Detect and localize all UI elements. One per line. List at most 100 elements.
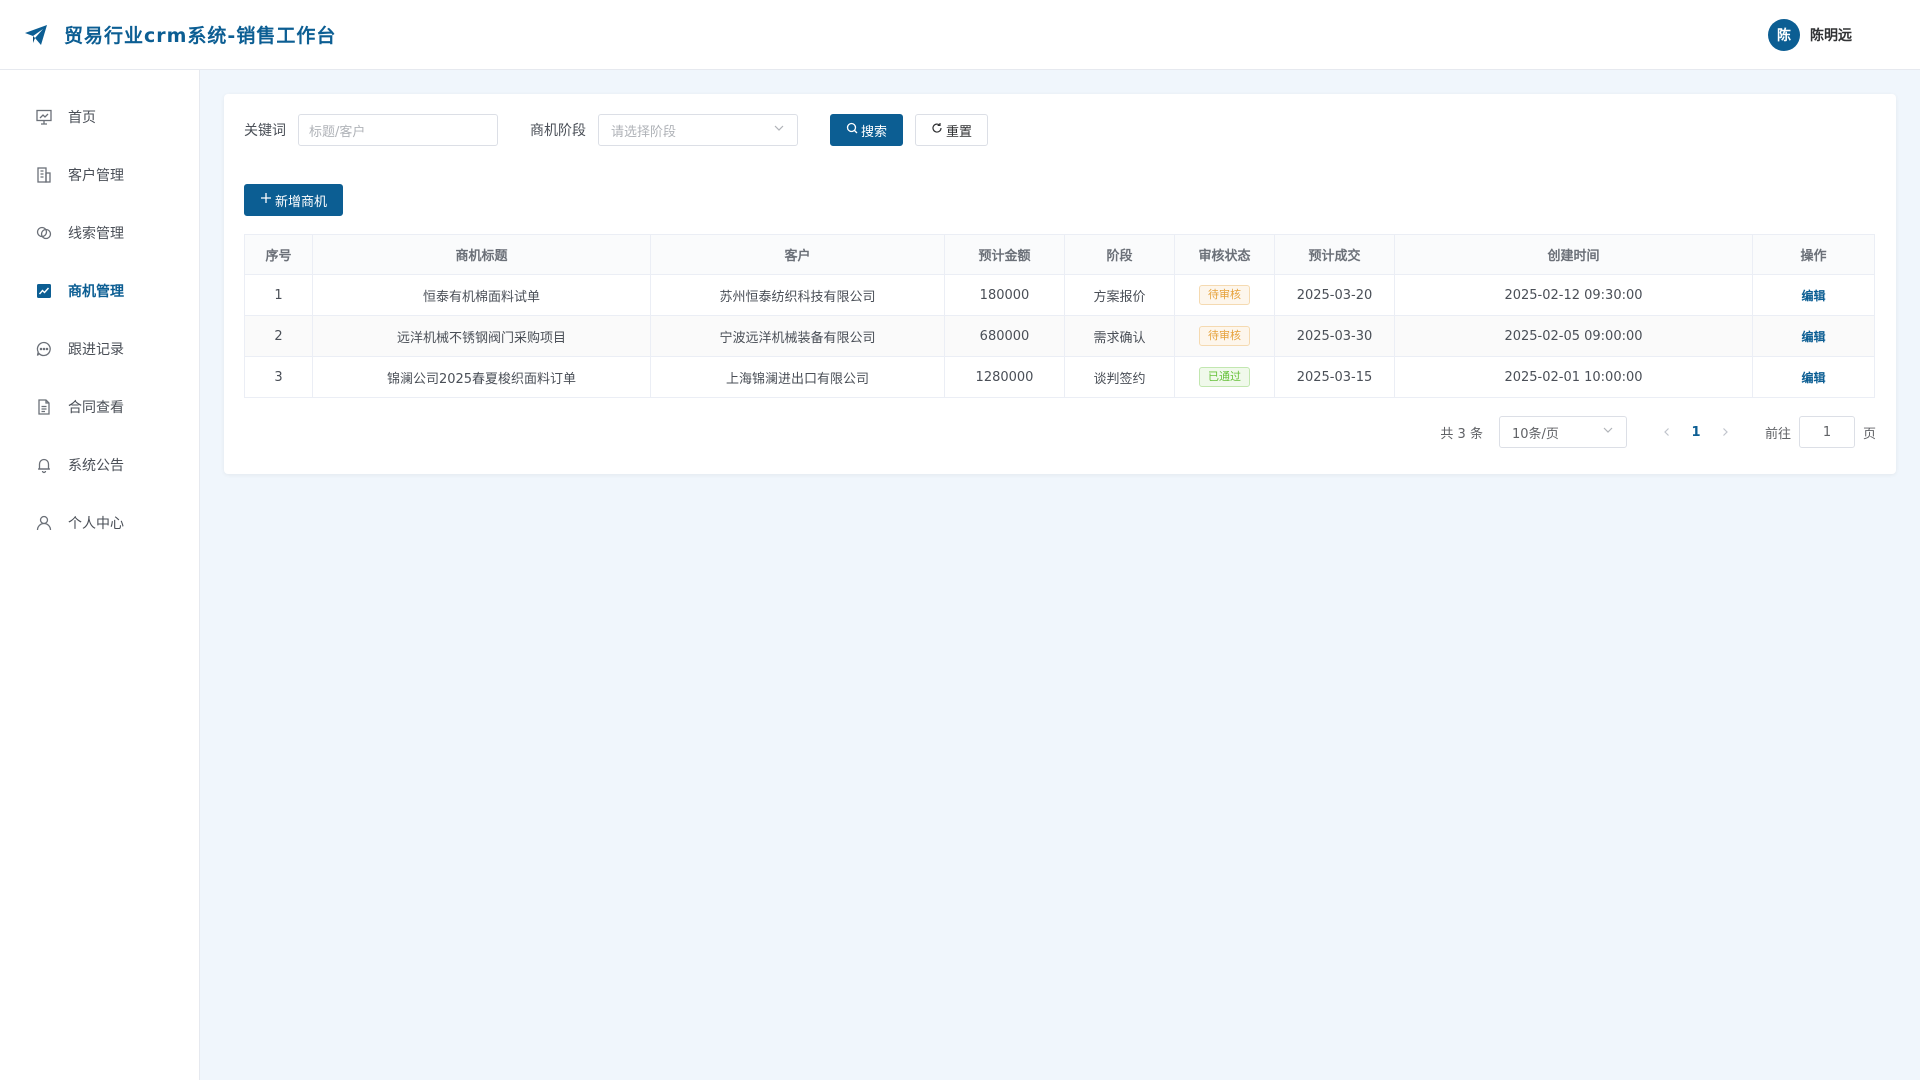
cell-stage: 需求确认 [1064, 315, 1175, 357]
cell-close-date: 2025-03-30 [1274, 315, 1395, 357]
cell-index: 2 [244, 315, 313, 357]
cell-amount: 680000 [944, 315, 1065, 357]
table-row: 1 恒泰有机棉面料试单 苏州恒泰纺织科技有限公司 180000 方案报价 待审核… [244, 274, 1875, 316]
status-badge: 待审核 [1199, 326, 1250, 346]
status-badge: 已通过 [1199, 367, 1250, 387]
sidebar-item-profile[interactable]: 个人中心 [0, 494, 199, 552]
sidebar-item-contracts[interactable]: 合同查看 [0, 378, 199, 436]
keyword-label: 关键词 [244, 123, 286, 139]
page-size-select[interactable]: 10条/页 [1498, 416, 1627, 448]
document-icon [34, 397, 54, 417]
column-header: 预计成交 [1274, 234, 1395, 275]
cell-status: 待审核 [1174, 315, 1275, 357]
stage-label: 商机阶段 [530, 123, 586, 139]
column-header: 商机标题 [312, 234, 651, 275]
column-header: 审核状态 [1174, 234, 1275, 275]
sidebar-item-followups[interactable]: 跟进记录 [0, 320, 199, 378]
sidebar-item-label: 个人中心 [68, 516, 124, 532]
filter-bar: 关键词 标题/客户 商机阶段 请选择阶段 搜索 重置 [244, 114, 1876, 146]
add-opportunity-label: 新增商机 [275, 194, 328, 210]
keyword-placeholder: 标题/客户 [309, 124, 366, 140]
chevron-down-icon [773, 122, 785, 138]
sidebar-item-announcements[interactable]: 系统公告 [0, 436, 199, 494]
search-icon [846, 122, 861, 138]
refresh-icon [931, 122, 946, 138]
column-header: 创建时间 [1394, 234, 1753, 275]
user-icon [34, 513, 54, 533]
cell-created: 2025-02-12 09:30:00 [1394, 274, 1753, 316]
cell-action: 编辑 [1752, 274, 1875, 316]
chevron-down-icon [1602, 424, 1614, 440]
chat-icon [34, 339, 54, 359]
cell-action: 编辑 [1752, 315, 1875, 357]
cell-close-date: 2025-03-15 [1274, 356, 1395, 398]
prev-page-button[interactable] [1653, 418, 1681, 446]
sidebar-item-label: 线索管理 [68, 226, 124, 242]
paper-plane-icon [24, 22, 50, 48]
sidebar-item-leads[interactable]: 线索管理 [0, 204, 199, 262]
plus-icon [260, 192, 275, 208]
reset-button[interactable]: 重置 [915, 114, 989, 146]
stage-select[interactable]: 请选择阶段 [598, 114, 798, 146]
column-header: 客户 [650, 234, 945, 275]
pagination: 共 3 条 10条/页 1 前往 1 页 [244, 416, 1876, 448]
edit-link[interactable]: 编辑 [1801, 289, 1825, 303]
next-page-button[interactable] [1711, 418, 1739, 446]
cell-title: 恒泰有机棉面料试单 [312, 274, 651, 316]
sidebar-item-label: 客户管理 [68, 168, 124, 184]
table-row: 3 锦澜公司2025春夏梭织面料订单 上海锦澜进出口有限公司 1280000 谈… [244, 356, 1875, 398]
top-header: 贸易行业crm系统-销售工作台 陈 陈明远 [0, 0, 1920, 70]
goto-label: 前往 [1764, 426, 1791, 442]
user-menu[interactable]: 陈 陈明远 [1768, 18, 1852, 51]
cell-index: 1 [244, 274, 313, 316]
building-icon [34, 165, 54, 185]
page-suffix: 页 [1862, 426, 1876, 442]
reset-button-label: 重置 [946, 124, 973, 140]
sidebar-item-label: 商机管理 [68, 284, 124, 300]
cell-stage: 谈判签约 [1064, 356, 1175, 398]
goto-page-input[interactable]: 1 [1798, 416, 1855, 448]
cell-status: 已通过 [1174, 356, 1275, 398]
sidebar-item-customers[interactable]: 客户管理 [0, 146, 199, 204]
cell-created: 2025-02-01 10:00:00 [1394, 356, 1753, 398]
sidebar-item-label: 系统公告 [68, 458, 124, 474]
stage-placeholder: 请选择阶段 [611, 124, 677, 140]
cell-stage: 方案报价 [1064, 274, 1175, 316]
sidebar-item-opportunities[interactable]: 商机管理 [0, 262, 199, 320]
cell-created: 2025-02-05 09:00:00 [1394, 315, 1753, 357]
trend-chart-icon [34, 281, 54, 301]
status-badge: 待审核 [1199, 285, 1250, 305]
app-title: 贸易行业crm系统-销售工作台 [64, 25, 337, 47]
column-header: 预计金额 [944, 234, 1065, 275]
sidebar-item-label: 跟进记录 [68, 342, 124, 358]
page-number[interactable]: 1 [1681, 425, 1711, 440]
total-count: 共 3 条 [1440, 426, 1483, 442]
edit-link[interactable]: 编辑 [1801, 330, 1825, 344]
table-header-row: 序号 商机标题 客户 预计金额 阶段 审核状态 预计成交 创建时间 操作 [244, 234, 1875, 275]
cell-status: 待审核 [1174, 274, 1275, 316]
sidebar: 首页 客户管理 线索管理 商机管理 跟进记录 合同查看 系统公告 个人中心 [0, 70, 200, 1080]
cell-customer: 苏州恒泰纺织科技有限公司 [650, 274, 945, 316]
opportunity-panel: 关键词 标题/客户 商机阶段 请选择阶段 搜索 重置 新增商机 序号 商机标题 … [224, 94, 1896, 474]
search-button-label: 搜索 [861, 124, 888, 140]
avatar[interactable]: 陈 [1768, 18, 1800, 51]
table-toolbar: 新增商机 [244, 184, 1876, 216]
bell-icon [34, 455, 54, 475]
user-name[interactable]: 陈明远 [1810, 25, 1852, 45]
page-size-value: 10条/页 [1511, 426, 1559, 442]
cell-title: 远洋机械不锈钢阀门采购项目 [312, 315, 651, 357]
add-opportunity-button[interactable]: 新增商机 [244, 184, 344, 216]
table-row: 2 远洋机械不锈钢阀门采购项目 宁波远洋机械装备有限公司 680000 需求确认… [244, 315, 1875, 357]
search-button[interactable]: 搜索 [830, 114, 904, 146]
cell-index: 3 [244, 356, 313, 398]
sidebar-item-home[interactable]: 首页 [0, 88, 199, 146]
opportunity-table: 序号 商机标题 客户 预计金额 阶段 审核状态 预计成交 创建时间 操作 1 恒… [244, 234, 1875, 398]
keyword-input[interactable]: 标题/客户 [298, 114, 498, 146]
cell-customer: 宁波远洋机械装备有限公司 [650, 315, 945, 357]
column-header: 序号 [244, 234, 313, 275]
cell-amount: 180000 [944, 274, 1065, 316]
edit-link[interactable]: 编辑 [1801, 371, 1825, 385]
cell-close-date: 2025-03-20 [1274, 274, 1395, 316]
cell-customer: 上海锦澜进出口有限公司 [650, 356, 945, 398]
sidebar-item-label: 首页 [68, 110, 96, 126]
